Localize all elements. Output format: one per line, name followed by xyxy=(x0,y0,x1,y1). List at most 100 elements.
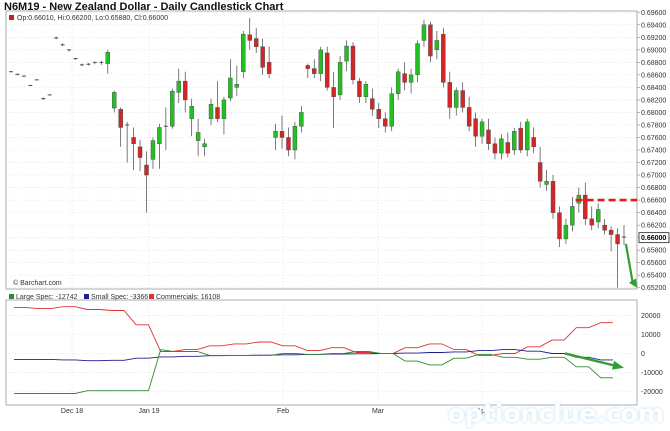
cot-legend-label: Commercials: 16108 xyxy=(156,294,220,301)
candle-body xyxy=(202,143,207,148)
candle xyxy=(550,175,556,219)
cot-tick-label: -10000 xyxy=(641,370,663,377)
candle-body xyxy=(434,40,440,51)
candle xyxy=(337,56,343,100)
candle-body xyxy=(589,218,594,226)
candle-body xyxy=(486,129,491,144)
candle-body xyxy=(537,162,543,182)
candle-body xyxy=(105,52,110,64)
price-tick-label: 0.69000 xyxy=(641,47,666,54)
candle-body xyxy=(563,224,569,240)
candle xyxy=(241,31,246,78)
candle-body xyxy=(118,109,123,128)
candle-body xyxy=(189,105,194,119)
candle-body xyxy=(208,104,214,119)
candle-body xyxy=(499,138,504,154)
candle-body xyxy=(228,77,233,99)
candle-body xyxy=(602,224,607,231)
price-tick-label: 0.69400 xyxy=(641,22,666,29)
candle xyxy=(170,88,175,129)
candle-body xyxy=(383,118,388,127)
candle-body xyxy=(421,24,427,41)
x-tick-label: Mar xyxy=(372,408,385,415)
candle-body xyxy=(544,181,549,185)
candle-body xyxy=(408,74,414,83)
candle-body xyxy=(183,80,188,101)
candle-body xyxy=(318,49,323,74)
candle-body xyxy=(312,68,317,74)
candle-body xyxy=(195,132,201,141)
candle xyxy=(21,75,26,77)
candle-body xyxy=(331,87,336,97)
price-tick-label: 0.66400 xyxy=(641,210,666,217)
candle-body xyxy=(292,126,298,151)
price-tick-label: 0.67200 xyxy=(641,160,666,167)
candle-body xyxy=(324,52,330,88)
candle xyxy=(441,27,446,88)
candle xyxy=(324,46,330,91)
candle-body xyxy=(176,80,181,93)
candle-body xyxy=(402,73,407,83)
candle-body xyxy=(131,137,136,144)
candle-body xyxy=(344,45,349,62)
candle-body xyxy=(525,121,530,151)
candle-body xyxy=(518,127,523,151)
candle-body xyxy=(479,121,485,137)
candle-body xyxy=(247,34,252,41)
candle-body xyxy=(531,137,536,148)
x-tick-label: Jan 19 xyxy=(138,408,159,415)
candle-body xyxy=(389,93,394,127)
cot-legend-label: Large Spec: -12742 xyxy=(16,294,78,301)
price-tick-label: 0.67400 xyxy=(641,148,666,155)
candle xyxy=(389,87,394,132)
candle-body xyxy=(512,131,517,151)
candle-body xyxy=(428,24,433,57)
candle-body xyxy=(221,99,227,119)
cot-legend-marker xyxy=(84,294,89,299)
candle-body xyxy=(395,71,401,94)
price-tick-label: 0.67000 xyxy=(641,173,666,180)
candle-body xyxy=(305,65,311,69)
candle-body xyxy=(234,84,240,88)
watermark: optionclue.com xyxy=(447,399,664,428)
candle-body xyxy=(357,80,362,97)
candle-body xyxy=(150,140,156,160)
candle xyxy=(428,21,433,63)
candle-body xyxy=(215,107,220,119)
x-tick-label: Feb xyxy=(277,408,289,415)
candle xyxy=(350,42,356,85)
candle-body xyxy=(557,212,562,240)
candlestick-chart: 0.69600 0.69400 0.69200 0.69000 0.68800 0.686… xyxy=(5,10,670,415)
candle xyxy=(8,71,14,73)
candle-body xyxy=(241,33,246,72)
cot-legend-marker xyxy=(9,294,14,299)
cot-tick-label: -20000 xyxy=(641,389,663,396)
candle-body xyxy=(170,90,175,127)
candle-body xyxy=(137,146,143,158)
price-tick-label: 0.65800 xyxy=(641,248,666,255)
candle-body xyxy=(279,131,285,138)
source-label: © Barchart.com xyxy=(13,279,62,287)
candle-body xyxy=(460,90,465,108)
price-tick-label: 0.66200 xyxy=(641,223,666,230)
candle-body xyxy=(466,107,472,127)
candle-body xyxy=(441,33,446,83)
price-tick-label: 0.68400 xyxy=(641,85,666,92)
price-tick-label: 0.65200 xyxy=(641,285,666,292)
x-tick-label: Dec 18 xyxy=(61,408,83,415)
cot-panel xyxy=(5,299,638,406)
candle-body xyxy=(570,206,575,226)
last-price-label: 0.66000 xyxy=(641,235,666,242)
candle-body xyxy=(253,38,259,47)
candle-body xyxy=(376,109,382,119)
price-tick-label: 0.69200 xyxy=(641,35,666,42)
candle-body xyxy=(286,137,291,151)
candle-body xyxy=(299,112,304,127)
price-tick-label: 0.67800 xyxy=(641,122,666,129)
candle-body xyxy=(595,209,601,223)
candle-body xyxy=(337,62,343,96)
candle-body xyxy=(473,118,478,137)
candle-body xyxy=(505,142,511,154)
candle xyxy=(47,94,52,96)
price-tick-label: 0.67600 xyxy=(641,135,666,142)
